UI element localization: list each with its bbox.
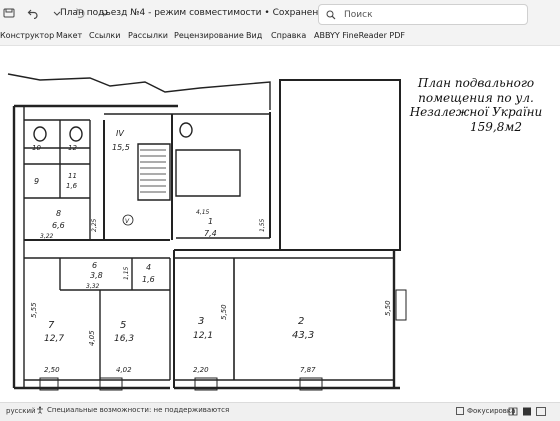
tab-references[interactable]: Ссылки [89, 31, 120, 40]
search-icon [326, 10, 336, 19]
status-bar: русский Специальные возможности: не подд… [0, 402, 560, 421]
caption-line-1: План подвального [417, 76, 535, 90]
room-4-num: 4 [146, 263, 151, 272]
room-8-num: 8 [56, 209, 61, 218]
room-6-num: 6 [92, 261, 97, 270]
search-placeholder: Поиск [344, 9, 373, 20]
dim-bottom-1: 2,50 [44, 366, 60, 374]
room-5-num: 5 [120, 320, 126, 331]
autosave-toggle-icon[interactable] [2, 6, 16, 20]
undo-icon[interactable] [26, 6, 40, 20]
room-2-num: 2 [298, 316, 304, 327]
language-indicator[interactable]: русский [6, 407, 36, 415]
room-11-num: 11 [68, 172, 77, 180]
search-box[interactable]: Поиск [318, 4, 528, 25]
room-iv-area: 15,5 [112, 143, 130, 152]
room-2-area: 43,3 [292, 330, 314, 341]
room-5-area: 16,3 [114, 334, 134, 344]
focus-mode-button[interactable]: Фокусировка [456, 407, 515, 415]
room-iv-num: IV [116, 129, 124, 138]
ribbon-tabs: Конструктор Макет Ссылки Рассылки Реценз… [0, 28, 560, 46]
tab-design[interactable]: Конструктор [0, 31, 54, 40]
dim-bottom-4: 7,87 [300, 366, 316, 374]
room-8-area: 6,6 [52, 221, 65, 230]
dim-room4: 1,15 [123, 266, 130, 280]
view-buttons [508, 407, 546, 416]
document-title: План подъезд №4 - режим совместимости • … [60, 8, 324, 18]
dim-room6: 3,32 [86, 283, 100, 290]
room-9-num: 9 [34, 177, 39, 186]
room-4-area: 1,6 [142, 275, 155, 284]
caption-area: 159,8м2 [470, 119, 522, 134]
dim-left-2: 4,05 [88, 330, 96, 346]
plan-labels: 1 7,4 2 43,3 3 12,1 4 1,6 5 16,3 6 3,8 7… [30, 129, 392, 374]
focus-icon [456, 407, 464, 415]
room-7-area: 12,7 [44, 334, 64, 344]
room-3-num: 3 [198, 316, 204, 327]
dim-bottom-3: 2,20 [193, 366, 209, 374]
caption-line-2: помещения по ул. [418, 90, 534, 105]
room-1-area: 7,4 [204, 229, 217, 238]
document-page: 1 7,4 2 43,3 3 12,1 4 1,6 5 16,3 6 3,8 7… [0, 46, 560, 402]
dim-room8-side: 2,25 [91, 218, 98, 232]
dim-room1-top: 4,15 [196, 209, 210, 216]
caption-line-3: Незалежної України [409, 105, 543, 119]
stair-marker: V [125, 218, 130, 225]
room-7-num: 7 [48, 320, 55, 331]
plan-caption: План подвального помещения по ул. Незале… [396, 76, 556, 134]
dim-room8: 3,22 [40, 233, 54, 240]
room-3-area: 12,1 [193, 331, 213, 341]
accessibility-status[interactable]: Специальные возможности: не поддерживают… [36, 406, 229, 414]
room-1-num: 1 [208, 217, 213, 226]
accessibility-text: Специальные возможности: не поддерживают… [47, 406, 230, 414]
tab-layout[interactable]: Макет [56, 31, 82, 40]
tab-review[interactable]: Рецензирование [174, 31, 244, 40]
dim-room1-side: 1,55 [259, 218, 266, 232]
tab-view[interactable]: Вид [246, 31, 262, 40]
dim-right: 5,50 [384, 300, 392, 316]
print-layout-icon[interactable] [522, 407, 532, 416]
dim-left-1: 5,55 [30, 302, 38, 318]
room-11-area: 1,6 [66, 182, 78, 190]
dim-bottom-2: 4,02 [116, 366, 132, 374]
read-mode-icon[interactable] [508, 407, 518, 416]
room-10-num: 10 [32, 144, 41, 152]
dim-mid: 5,50 [220, 304, 228, 320]
title-bar: План подъезд №4 - режим совместимости • … [0, 0, 560, 28]
tab-abbyy[interactable]: ABBYY FineReader PDF [314, 31, 405, 40]
room-12-num: 12 [68, 144, 77, 152]
web-layout-icon[interactable] [536, 407, 546, 416]
tab-help[interactable]: Справка [271, 31, 306, 40]
room-6-area: 3,8 [90, 271, 103, 280]
accessibility-icon [37, 406, 43, 414]
tab-mailings[interactable]: Рассылки [128, 31, 168, 40]
